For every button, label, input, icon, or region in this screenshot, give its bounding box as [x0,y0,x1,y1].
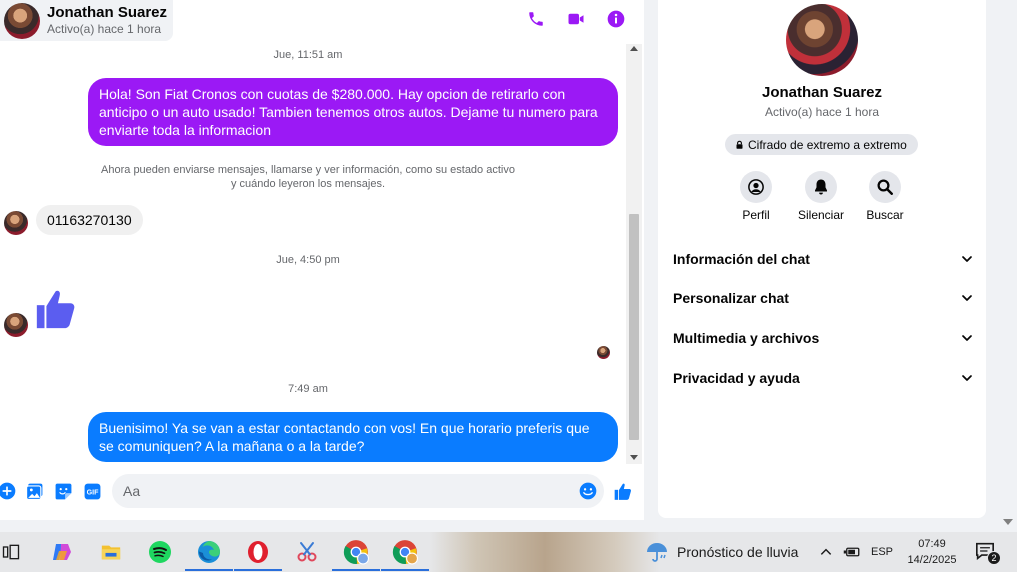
spotify-icon [149,541,171,563]
copilot-icon [53,544,71,560]
svg-text:GIF: GIF [86,488,99,496]
message-scrollbar[interactable] [626,44,642,464]
video-call-button[interactable] [566,9,586,29]
contact-avatar-small[interactable] [4,211,28,235]
notification-center-button[interactable]: 2 [975,542,1001,565]
taskbar-chrome-2[interactable] [381,538,429,571]
chat-header: Jonathan Suarez Activo(a) hace 1 hora [0,0,644,44]
battery-icon [843,547,860,557]
task-view-icon [2,544,20,560]
contact-avatar[interactable] [4,3,40,39]
message-timestamp: Jue, 4:50 pm [276,254,340,266]
search-action[interactable]: Buscar [855,171,915,222]
snipping-tool-icon [297,542,317,562]
chrome-icon [392,540,418,565]
message-composer: GIF [0,474,644,508]
scroll-down-arrow-icon[interactable] [630,455,638,460]
contact-avatar-small[interactable] [4,313,28,337]
taskbar-opera[interactable] [234,538,282,571]
show-hidden-icons-button[interactable] [819,532,833,572]
task-view-button[interactable] [0,538,25,566]
taskbar-spotify[interactable] [146,538,174,566]
more-actions-button[interactable] [0,481,17,501]
gif-button[interactable]: GIF [82,481,102,501]
chevron-down-icon [962,295,972,301]
incoming-message[interactable]: 01163270130 [36,205,143,235]
battery-network-indicator[interactable] [843,532,861,572]
emoji-icon [579,482,597,500]
encryption-label: Cifrado de extremo a extremo [748,137,907,152]
chevron-down-icon [962,375,972,381]
info-icon [607,10,625,28]
chrome-icon [343,540,369,565]
taskbar-chrome-1[interactable] [332,538,380,571]
outgoing-message[interactable]: Buenisimo! Ya se van a estar contactando… [88,412,618,462]
scroll-thumb[interactable] [629,214,639,440]
thumbs-up-sticker-icon[interactable] [33,286,79,332]
resize-corner-icon[interactable] [1002,517,1014,527]
opera-icon [248,541,268,563]
outgoing-message[interactable]: Hola! Son Fiat Cronos con cuotas de $280… [88,78,618,146]
edge-icon [198,541,220,563]
system-clock[interactable]: 07:49 14/2/2025 [903,536,961,568]
section-customize-chat[interactable]: Personalizar chat [673,286,973,310]
read-receipt-avatar [597,346,610,359]
sticker-button[interactable] [53,481,73,501]
thumbs-up-icon [614,483,631,500]
scroll-up-arrow-icon[interactable] [630,46,638,51]
chat-info-pane: Jonathan Suarez Activo(a) hace 1 hora Ci… [658,0,986,518]
weather-text: Pronóstico de lluvia [677,544,799,560]
plus-circle-icon [0,482,16,500]
weather-widget[interactable]: Pronóstico de lluvia [645,540,798,564]
profile-icon [748,179,764,195]
chevron-up-icon [820,548,832,555]
mute-action[interactable]: Silenciar [791,171,851,222]
message-input[interactable] [112,474,604,508]
profile-action[interactable]: Perfil [726,171,786,222]
language-indicator[interactable]: ESP [871,532,893,572]
chat-pane: Jonathan Suarez Activo(a) hace 1 hora Ju… [0,0,644,520]
encryption-badge[interactable]: Cifrado de extremo a extremo [725,134,918,155]
search-icon [877,179,893,195]
messaging-notice: Ahora pueden enviarse mensajes, llamarse… [101,164,515,190]
contact-status: Activo(a) hace 1 hora [47,22,162,36]
bell-icon [815,179,827,195]
sticker-icon [55,483,71,499]
contact-profile-photo[interactable] [786,4,858,76]
lock-icon [736,140,743,149]
notification-count-badge: 2 [987,551,1001,565]
phone-icon [529,12,543,26]
info-contact-name: Jonathan Suarez [761,84,883,101]
section-media-files[interactable]: Multimedia y archivos [673,326,973,350]
contact-name[interactable]: Jonathan Suarez [47,4,167,22]
taskbar-file-explorer[interactable] [97,538,125,566]
info-contact-status: Activo(a) hace 1 hora [764,105,880,119]
phone-call-button[interactable] [526,9,546,29]
taskbar-edge[interactable] [185,538,233,571]
chevron-down-icon [962,335,972,341]
umbrella-icon [647,543,667,562]
chevron-down-icon [962,256,972,262]
taskbar-copilot[interactable] [48,538,76,566]
emoji-button[interactable] [578,481,598,501]
message-list[interactable]: Jue, 11:51 am Hola! Son Fiat Cronos con … [0,44,626,464]
message-timestamp: Jue, 11:51 am [273,49,343,61]
section-privacy-help[interactable]: Privacidad y ayuda [673,366,973,390]
message-timestamp: 7:49 am [288,383,328,395]
chat-info-button[interactable] [606,9,626,29]
video-camera-icon [568,13,584,25]
image-icon [25,483,42,500]
taskbar-snipping-tool[interactable] [293,538,321,566]
section-chat-info[interactable]: Información del chat [673,247,973,271]
send-like-button[interactable] [613,481,633,501]
folder-icon [101,545,121,560]
gif-icon: GIF [84,483,100,499]
attach-photo-button[interactable] [24,481,44,501]
windows-taskbar: Pronóstico de lluvia ESP 07:49 14/2/2025… [0,532,1017,572]
chat-header-user[interactable]: Jonathan Suarez Activo(a) hace 1 hora [0,0,174,41]
